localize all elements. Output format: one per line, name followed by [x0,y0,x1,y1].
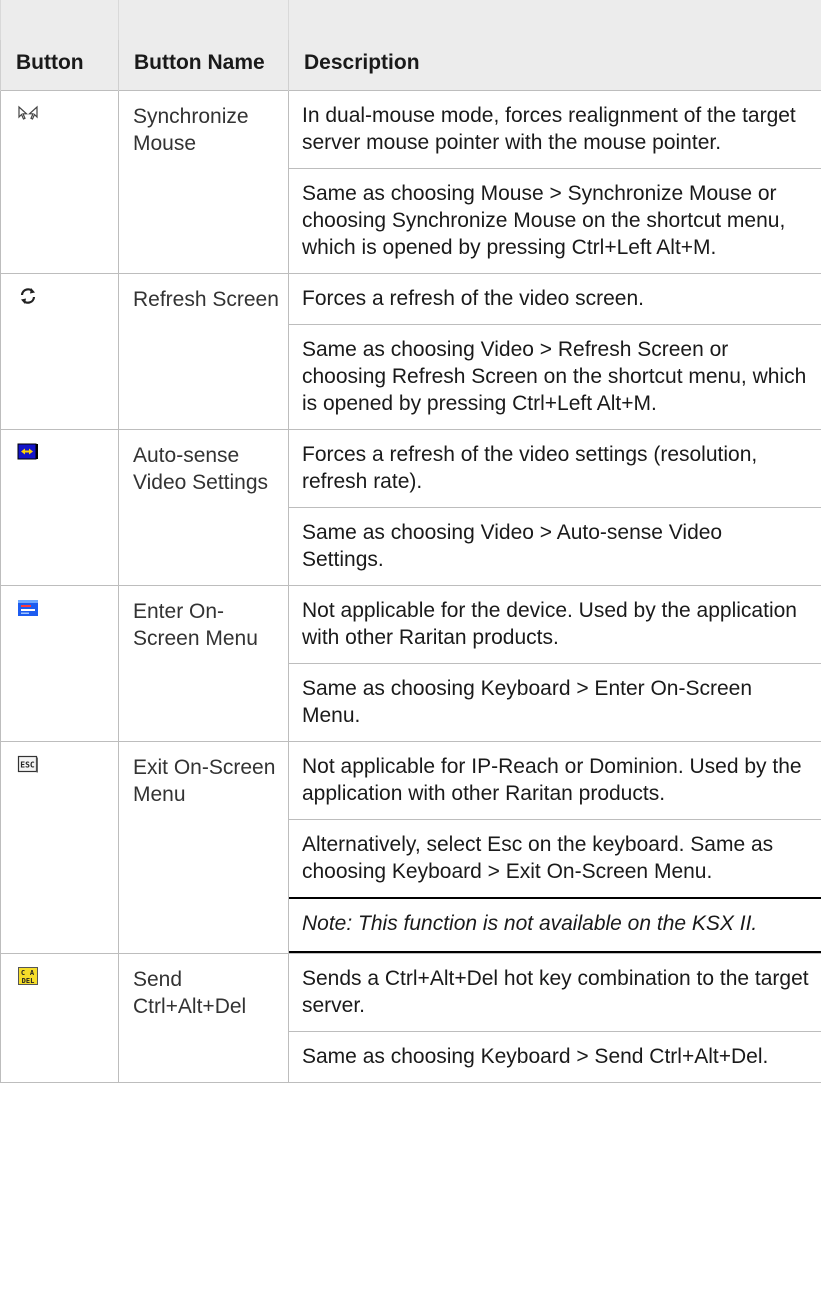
description-paragraph: Same as choosing Mouse > Synchronize Mou… [289,168,821,273]
auto-sense-video-icon [17,442,39,462]
table-row: ESC Exit On-Screen Menu Not applicable f… [0,741,821,954]
header-button-name: Button Name [118,40,289,91]
exit-osd-menu-icon: ESC [17,754,39,774]
button-name: Enter On-Screen Menu [118,585,289,742]
note-paragraph: Note: This function is not available on … [289,897,821,953]
icon-cell [0,585,119,742]
description-cell: Sends a Ctrl+Alt+Del hot key combination… [288,953,821,1083]
enter-osd-menu-icon [17,598,39,618]
description-paragraph: Alternatively, select Esc on the keyboar… [289,819,821,897]
description-paragraph: Same as choosing Video > Refresh Screen … [289,324,821,429]
description-paragraph: Sends a Ctrl+Alt+Del hot key combination… [302,967,809,1017]
description-paragraph: Same as choosing Video > Auto-sense Vide… [289,507,821,585]
table-row: Enter On-Screen Menu Not applicable for … [0,585,821,742]
description-cell: In dual-mouse mode, forces realignment o… [288,90,821,274]
description-cell: Forces a refresh of the video screen. Sa… [288,273,821,430]
header-description: Description [288,40,821,91]
table-header: Button Button Name Description [0,0,821,91]
icon-cell [0,90,119,274]
button-name: Exit On-Screen Menu [118,741,289,954]
icon-cell: C A DEL [0,953,119,1083]
button-name: Synchronize Mouse [118,90,289,274]
refresh-screen-icon [17,286,39,306]
table-body: Synchronize Mouse In dual-mouse mode, fo… [0,90,821,1083]
button-name: Auto-sense Video Settings [118,429,289,586]
button-reference-table: Button Button Name Description Synchroni… [0,0,821,1083]
synchronize-mouse-icon [17,103,39,123]
header-top-band [0,0,821,40]
svg-text:DEL: DEL [22,977,35,985]
button-name: Refresh Screen [118,273,289,430]
description-paragraph: In dual-mouse mode, forces realignment o… [302,104,796,154]
table-row: C A DEL Send Ctrl+Alt+Del Sends a Ctrl+A… [0,953,821,1083]
description-cell: Not applicable for IP-Reach or Dominion.… [288,741,821,954]
description-paragraph: Same as choosing Keyboard > Enter On-Scr… [289,663,821,741]
description-paragraph: Not applicable for the device. Used by t… [302,599,797,649]
description-paragraph: Forces a refresh of the video screen. [302,287,644,310]
header-row: Button Button Name Description [0,40,821,91]
table-row: Auto-sense Video Settings Forces a refre… [0,429,821,586]
table-row: Synchronize Mouse In dual-mouse mode, fo… [0,90,821,274]
table-row: Refresh Screen Forces a refresh of the v… [0,273,821,430]
svg-text:ESC: ESC [20,761,35,770]
description-cell: Forces a refresh of the video settings (… [288,429,821,586]
icon-cell: ESC [0,741,119,954]
svg-text:C: C [21,969,25,977]
description-paragraph: Same as choosing Keyboard > Send Ctrl+Al… [289,1031,821,1082]
header-button: Button [0,40,119,91]
description-paragraph: Forces a refresh of the video settings (… [302,443,758,493]
ctrl-alt-del-icon: C A DEL [17,966,39,986]
icon-cell [0,429,119,586]
button-name: Send Ctrl+Alt+Del [118,953,289,1083]
icon-cell [0,273,119,430]
description-paragraph: Not applicable for IP-Reach or Dominion.… [302,755,802,805]
description-cell: Not applicable for the device. Used by t… [288,585,821,742]
